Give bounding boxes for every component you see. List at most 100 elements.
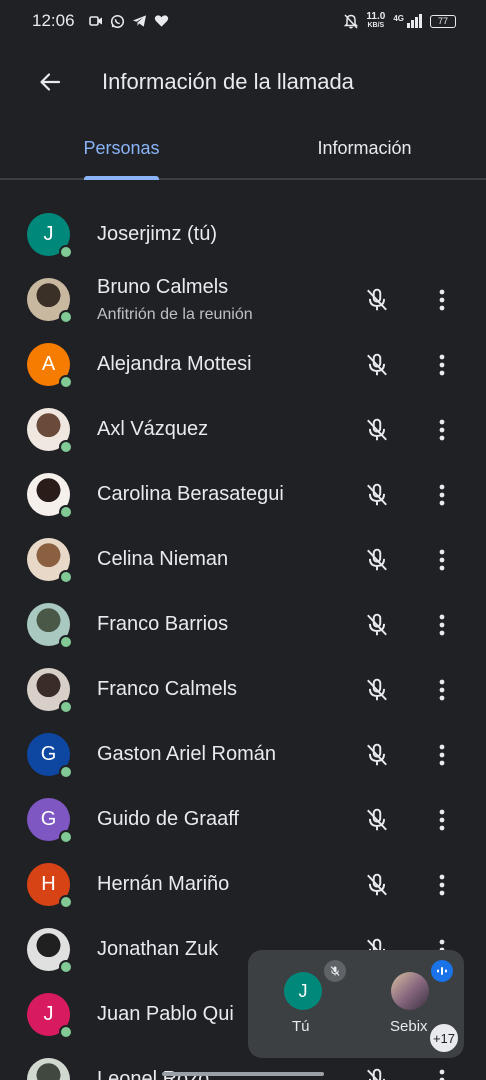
more-options-icon[interactable] <box>430 805 454 835</box>
participant-name: Gaston Ariel Román <box>97 743 276 765</box>
participant-row[interactable]: G Gaston Ariel Román <box>0 722 486 787</box>
participant-row[interactable]: Franco Barrios <box>0 592 486 657</box>
mic-off-icon <box>330 966 340 976</box>
audio-level-icon <box>437 967 447 975</box>
battery-icon: 77 <box>430 14 456 28</box>
avatar: G <box>27 798 73 844</box>
avatar <box>27 1058 70 1080</box>
status-bar: 12:06 11.0 KB/S 4G 77 <box>0 0 486 42</box>
system-icons: 11.0 KB/S 4G 77 <box>344 12 456 30</box>
pip-other-avatar <box>391 972 429 1010</box>
presence-indicator <box>59 570 73 584</box>
participant-text: Guido de Graaff <box>97 808 239 831</box>
more-options-icon[interactable] <box>430 545 454 575</box>
tab-informacion[interactable]: Información <box>243 118 486 178</box>
more-options-icon[interactable] <box>430 285 454 315</box>
participant-list: J Joserjimz (tú) Bruno Calmels Anfitrión de… <box>0 180 486 1080</box>
participant-name: Celina Nieman <box>97 548 229 570</box>
participant-text: Joserjimz (tú) <box>97 223 217 246</box>
presence-indicator <box>59 830 73 844</box>
presence-indicator <box>59 1025 73 1039</box>
avatar: H <box>27 863 73 909</box>
more-options-icon[interactable] <box>430 610 454 640</box>
presence-indicator <box>59 440 73 454</box>
picture-in-picture-panel[interactable]: J Tú Sebix +17 <box>248 950 464 1058</box>
participant-role: Anfitrión de la reunión <box>97 305 253 323</box>
back-button[interactable] <box>30 62 70 102</box>
mic-off-icon[interactable] <box>362 415 392 445</box>
mic-off-icon[interactable] <box>362 610 392 640</box>
notification-icons <box>88 14 169 29</box>
mic-off-icon[interactable] <box>362 675 392 705</box>
presence-indicator <box>59 960 73 974</box>
mic-off-icon[interactable] <box>362 285 392 315</box>
app-header: Información de la llamada <box>0 52 486 112</box>
more-options-icon[interactable] <box>430 1065 454 1080</box>
participant-name: Carolina Berasategui <box>97 483 284 505</box>
participant-row[interactable]: Bruno Calmels Anfitrión de la reunión <box>0 267 486 332</box>
participant-row[interactable]: Axl Vázquez <box>0 397 486 462</box>
more-options-icon[interactable] <box>430 870 454 900</box>
more-options-icon[interactable] <box>430 350 454 380</box>
network-speed-unit: KB/S <box>367 22 385 29</box>
participant-name: Alejandra Mottesi <box>97 353 252 375</box>
avatar <box>27 278 73 324</box>
participant-name: Juan Pablo Qui <box>97 1003 234 1025</box>
more-options-icon[interactable] <box>430 740 454 770</box>
mic-off-icon[interactable] <box>362 870 392 900</box>
participant-name: Joserjimz (tú) <box>97 223 218 245</box>
bell-off-icon <box>344 13 359 29</box>
participant-row[interactable]: Celina Nieman <box>0 527 486 592</box>
participant-name: Franco Barrios <box>97 613 229 635</box>
video-call-icon <box>88 16 102 26</box>
more-options-icon[interactable] <box>430 415 454 445</box>
participant-text: Jonathan Zuk <box>97 938 218 961</box>
mic-off-icon[interactable] <box>362 805 392 835</box>
mic-off-icon[interactable] <box>362 740 392 770</box>
participant-text: Gaston Ariel Román <box>97 743 276 766</box>
participant-name: Hernán Mariño <box>97 873 230 895</box>
heart-icon <box>154 15 168 27</box>
presence-indicator <box>59 375 73 389</box>
more-options-icon[interactable] <box>430 675 454 705</box>
more-options-icon[interactable] <box>430 480 454 510</box>
avatar <box>27 538 73 584</box>
participant-row[interactable]: A Alejandra Mottesi <box>0 332 486 397</box>
tab-personas[interactable]: Personas <box>0 118 243 180</box>
battery-level: 77 <box>437 16 448 26</box>
avatar <box>27 473 73 519</box>
telegram-icon <box>132 15 146 27</box>
avatar-letter: J <box>43 1003 54 1025</box>
avatar: G <box>27 733 73 779</box>
presence-indicator <box>59 700 73 714</box>
avatar: J <box>27 993 73 1039</box>
presence-indicator <box>59 505 73 519</box>
participant-text: Franco Calmels <box>97 678 237 701</box>
participant-row[interactable]: J Joserjimz (tú) <box>0 202 486 267</box>
avatar <box>27 928 73 974</box>
participant-text: Hernán Mariño <box>97 873 229 896</box>
pip-self-label: Tú <box>292 1018 310 1035</box>
network-speed-value: 11.0 <box>366 11 386 22</box>
home-indicator[interactable] <box>162 1072 324 1076</box>
mic-off-icon[interactable] <box>362 350 392 380</box>
status-time: 12:06 <box>32 11 75 30</box>
participant-row[interactable]: Carolina Berasategui <box>0 462 486 527</box>
avatar-letter: H <box>41 873 56 895</box>
mic-off-icon[interactable] <box>362 545 392 575</box>
participant-row[interactable]: H Hernán Mariño <box>0 852 486 917</box>
participant-name: Bruno Calmels <box>97 275 229 298</box>
presence-indicator <box>59 245 73 259</box>
presence-indicator <box>59 765 73 779</box>
presence-indicator <box>59 310 73 324</box>
tab-bar: Personas Información <box>0 118 486 180</box>
pip-self-avatar: J <box>284 972 322 1010</box>
participant-row[interactable]: G Guido de Graaff <box>0 787 486 852</box>
participant-text: Celina Nieman <box>97 548 228 571</box>
mic-off-icon[interactable] <box>362 1065 392 1080</box>
signal-label: 4G <box>393 14 404 23</box>
avatar-letter: G <box>40 808 57 830</box>
mic-off-icon[interactable] <box>362 480 392 510</box>
participant-row[interactable]: Franco Calmels <box>0 657 486 722</box>
presence-indicator <box>59 895 73 909</box>
